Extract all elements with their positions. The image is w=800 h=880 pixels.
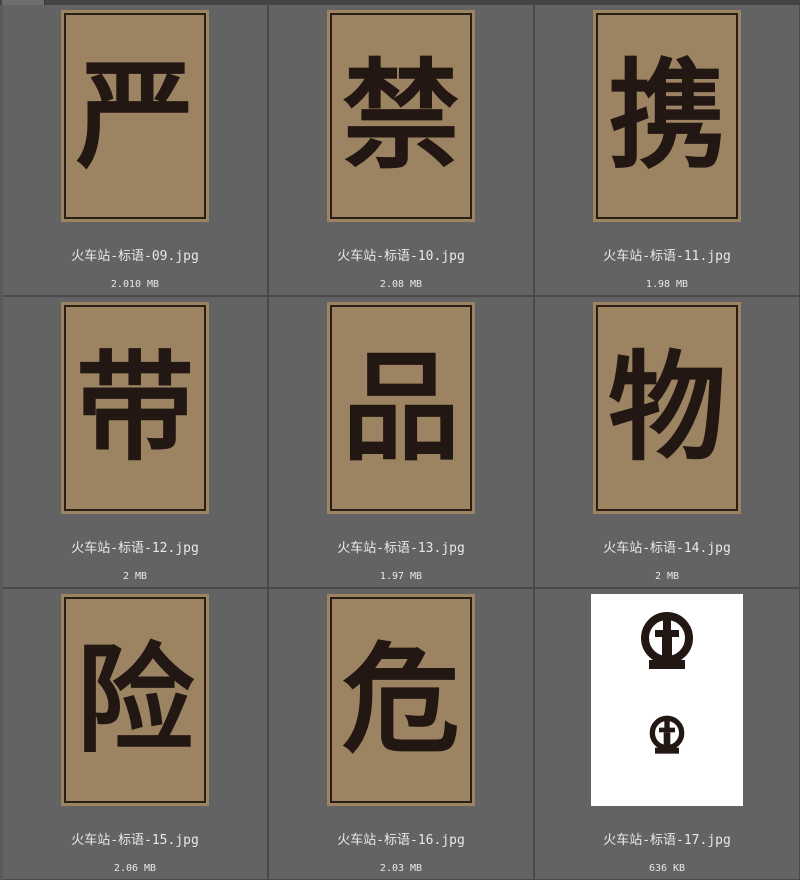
poster-glyph: 禁 [341,46,460,185]
thumbnail: 危 [327,594,475,806]
poster-glyph: 物 [607,338,726,477]
file-size: 2.06 MB [113,863,157,874]
file-name: 火车站-标语-12.jpg [71,541,199,556]
thumbnail: 物 [593,302,741,514]
file-item[interactable]: 品 火车站-标语-13.jpg 1.97 MB [269,297,533,587]
poster-glyph: 品 [341,338,460,477]
file-name: 火车站-标语-17.jpg [603,833,731,848]
thumbnail: 携 [593,10,741,222]
poster-glyph: 带 [75,338,194,477]
file-item[interactable]: 危 火车站-标语-16.jpg 2.03 MB [269,589,533,879]
file-item[interactable]: 险 火车站-标语-15.jpg 2.06 MB [3,589,267,879]
file-name: 火车站-标语-11.jpg [603,249,731,264]
railway-logo-icon [641,612,693,669]
thumbnail [591,594,743,806]
file-item[interactable]: 严 火车站-标语-09.jpg 2.010 MB [3,5,267,295]
file-item[interactable]: 携 火车站-标语-11.jpg 1.98 MB [535,5,799,295]
file-name: 火车站-标语-13.jpg [337,541,465,556]
file-name: 火车站-标语-16.jpg [337,833,465,848]
file-browser-panel: 严 火车站-标语-09.jpg 2.010 MB 禁 火车站-标语-10.jpg… [0,0,800,880]
file-item[interactable]: 物 火车站-标语-14.jpg 2 MB [535,297,799,587]
file-item[interactable]: 带 火车站-标语-12.jpg 2 MB [3,297,267,587]
poster-glyph: 严 [75,46,194,185]
file-item[interactable]: 禁 火车站-标语-10.jpg 2.08 MB [269,5,533,295]
thumbnail: 带 [61,302,209,514]
thumbnail: 险 [61,594,209,806]
railway-logo-small-icon [649,715,685,754]
thumbnail-grid: 严 火车站-标语-09.jpg 2.010 MB 禁 火车站-标语-10.jpg… [3,5,800,880]
thumbnail: 禁 [327,10,475,222]
file-item[interactable]: 火车站-标语-17.jpg 636 KB [535,589,799,879]
file-name: 火车站-标语-14.jpg [603,541,731,556]
file-size: 1.97 MB [379,571,423,582]
poster-glyph: 危 [341,630,460,769]
file-size: 2 MB [654,571,680,582]
file-size: 2.03 MB [379,863,423,874]
file-size: 2.08 MB [379,279,423,290]
file-size: 636 KB [648,863,686,874]
thumbnail: 品 [327,302,475,514]
file-size: 2.010 MB [110,279,160,290]
file-name: 火车站-标语-10.jpg [337,249,465,264]
poster-glyph: 险 [75,630,194,769]
file-size: 1.98 MB [645,279,689,290]
poster-glyph: 携 [607,46,726,185]
file-name: 火车站-标语-15.jpg [71,833,199,848]
file-size: 2 MB [122,571,148,582]
file-name: 火车站-标语-09.jpg [71,249,199,264]
thumbnail: 严 [61,10,209,222]
